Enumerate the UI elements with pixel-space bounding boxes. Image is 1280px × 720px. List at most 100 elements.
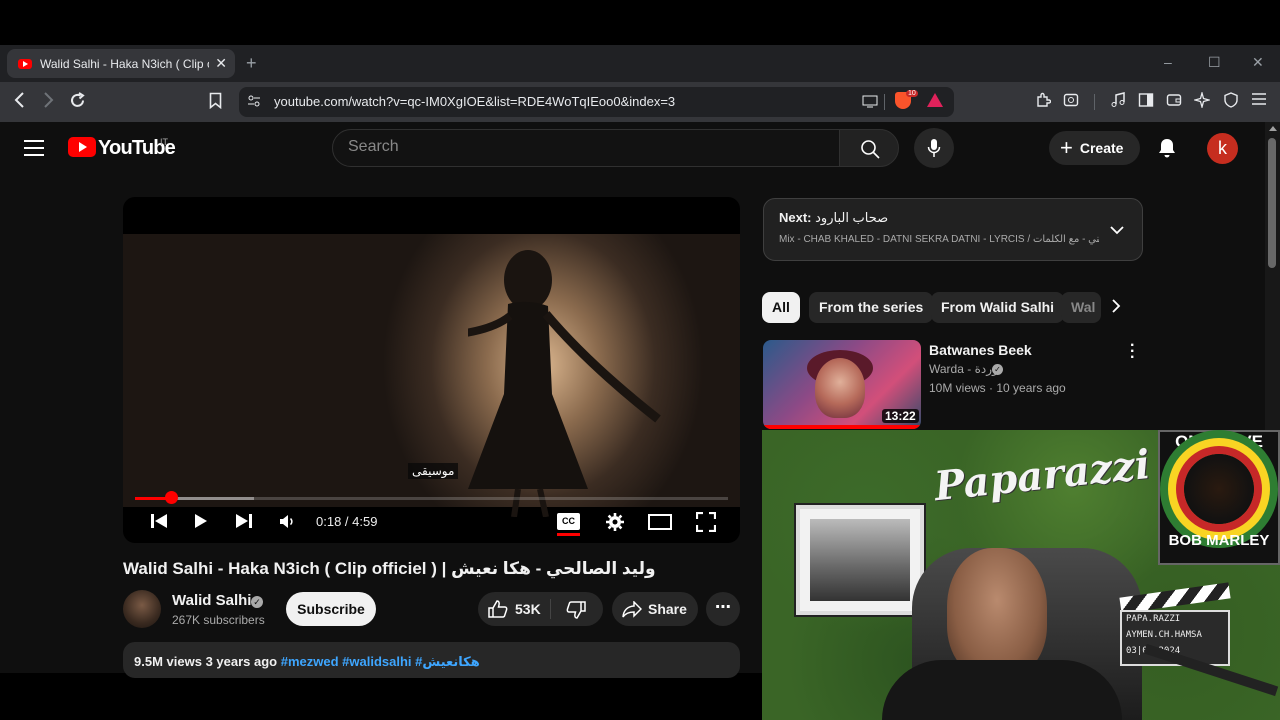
create-button[interactable]: + Create [1049,131,1140,165]
theater-mode-button[interactable] [648,514,672,535]
toolbar-divider [1094,94,1095,110]
voice-search-button[interactable] [914,128,954,168]
play-button[interactable] [194,513,208,534]
clapper-line: PAPA.RAZZI [1126,614,1181,624]
captions-button[interactable]: CC [557,513,580,530]
video-caption: موسيقى [408,463,459,479]
brave-rewards-icon[interactable] [927,93,943,107]
video-title: Walid Salhi - Haka N3ich ( Clip officiel… [123,559,656,578]
search-input[interactable] [348,138,818,156]
youtube-favicon-icon [18,58,32,69]
chip-from-the-series[interactable]: From the series [809,292,934,323]
mix-title: Mix - CHAB KHALED - DATNI SEKRA DATNI - … [779,234,1099,245]
streamer-body [882,660,1122,720]
guide-menu-icon[interactable] [24,140,44,161]
verified-check-icon: ✓ [251,596,263,608]
bob-marley-poster: ONE LOVE BOB MARLEY [1158,430,1280,565]
search-button[interactable] [839,129,899,167]
plus-icon: + [1060,135,1073,160]
forward-button[interactable] [42,92,54,113]
subscribe-button[interactable]: Subscribe [286,592,376,626]
hashtags[interactable]: #mezwed #walidsalhi #هكانعيش [281,654,480,669]
brave-shields-badge: 10 [906,90,918,97]
settings-button[interactable] [605,512,625,537]
reload-button[interactable] [69,92,86,114]
subscriber-count: 267K subscribers [172,613,265,627]
chip-all[interactable]: All [762,292,800,323]
webcam-overlay: ONE LOVE BOB MARLEY Paparazzi PAPA.RAZZI… [762,430,1280,720]
account-avatar[interactable]: k [1207,133,1238,164]
next-up-line: Next: صحاب البارود [779,210,888,226]
close-window-button[interactable]: ✕ [1252,54,1264,71]
chevron-right-icon[interactable] [1112,299,1121,318]
thumbs-up-icon [488,600,508,618]
search-box [332,129,840,167]
like-button[interactable] [488,600,508,623]
progress-scrubber[interactable] [164,491,178,504]
country-code: IT [160,137,168,147]
leo-ai-icon[interactable] [1192,90,1212,112]
chip-truncated[interactable]: Wal [1061,292,1101,323]
reload-icon [71,92,85,107]
browser-tab[interactable]: Walid Salhi - Haka N3ich ( Clip o ✕ [7,49,235,78]
time-display: 0:18 / 4:59 [316,514,378,529]
play-icon [195,514,207,528]
site-info-icon[interactable] [247,94,261,113]
dislike-button[interactable] [566,601,586,624]
youtube-logo-icon[interactable] [68,137,96,157]
sidebar-search-icon[interactable] [1063,92,1079,112]
framed-photo [796,505,924,615]
microphone-icon [927,139,941,157]
next-label: Next: [779,210,812,225]
view-count: 9.5M views [134,654,202,669]
maximize-button[interactable]: ☐ [1208,54,1221,71]
toolbar-divider [884,94,885,110]
previous-button[interactable] [150,513,168,534]
clapper-line: AYMEN.CH.HAMSA [1126,630,1202,640]
like-count: 53K [515,601,541,617]
next-button[interactable] [235,513,253,534]
back-button[interactable] [14,92,26,113]
bookmark-button[interactable] [209,92,222,114]
poster-top-text: ONE LOVE [1175,432,1263,451]
skip-next-icon [236,514,252,528]
fullscreen-button[interactable] [695,511,717,537]
fullscreen-icon [695,511,717,533]
skip-previous-icon [151,514,167,528]
verified-check-icon: ✓ [992,364,1003,375]
thumbs-down-icon [566,601,586,619]
streamer-head [947,548,1047,678]
bookmark-icon [209,92,222,110]
playlist-next-panel[interactable] [763,198,1143,261]
chip-from-walid-salhi[interactable]: From Walid Salhi [931,292,1065,323]
theater-icon [648,514,672,530]
chevron-down-icon[interactable] [1110,222,1124,240]
video-player[interactable] [123,197,740,543]
share-arrow-icon [622,600,643,623]
wallet-icon[interactable] [1166,92,1182,112]
kebab-menu-icon[interactable]: · · · [1130,338,1135,366]
captions-active-indicator [557,533,580,536]
mute-button[interactable] [279,514,295,534]
progress-bar[interactable] [135,497,728,500]
extensions-icon[interactable] [1035,92,1052,112]
sidebar-toggle-icon[interactable] [1138,92,1154,112]
channel-avatar[interactable] [123,590,161,628]
related-video-title[interactable]: Batwanes Beek [929,342,1032,358]
media-music-icon[interactable] [1110,92,1126,112]
vpn-shield-icon[interactable] [1223,92,1239,112]
notifications-bell-icon[interactable] [1157,137,1177,164]
tab-close-icon[interactable]: ✕ [215,55,227,72]
minimize-button[interactable]: – [1164,54,1172,70]
related-video-channel[interactable]: Warda - وردة [929,362,998,376]
gear-icon [606,513,624,531]
description-meta: 9.5M views 3 years ago #mezwed #walidsal… [134,654,480,670]
tab-title: Walid Salhi - Haka N3ich ( Clip o [40,56,210,71]
cast-icon[interactable] [862,95,878,112]
volume-icon [280,515,293,528]
browser-menu-icon[interactable] [1251,92,1267,110]
url-text[interactable]: youtube.com/watch?v=qc-IM0XgIOE&list=RDE… [274,94,675,109]
channel-name[interactable]: Walid Salhi [172,592,251,609]
more-actions-button[interactable]: ⋯ [706,592,740,626]
new-tab-button[interactable]: + [246,53,257,74]
